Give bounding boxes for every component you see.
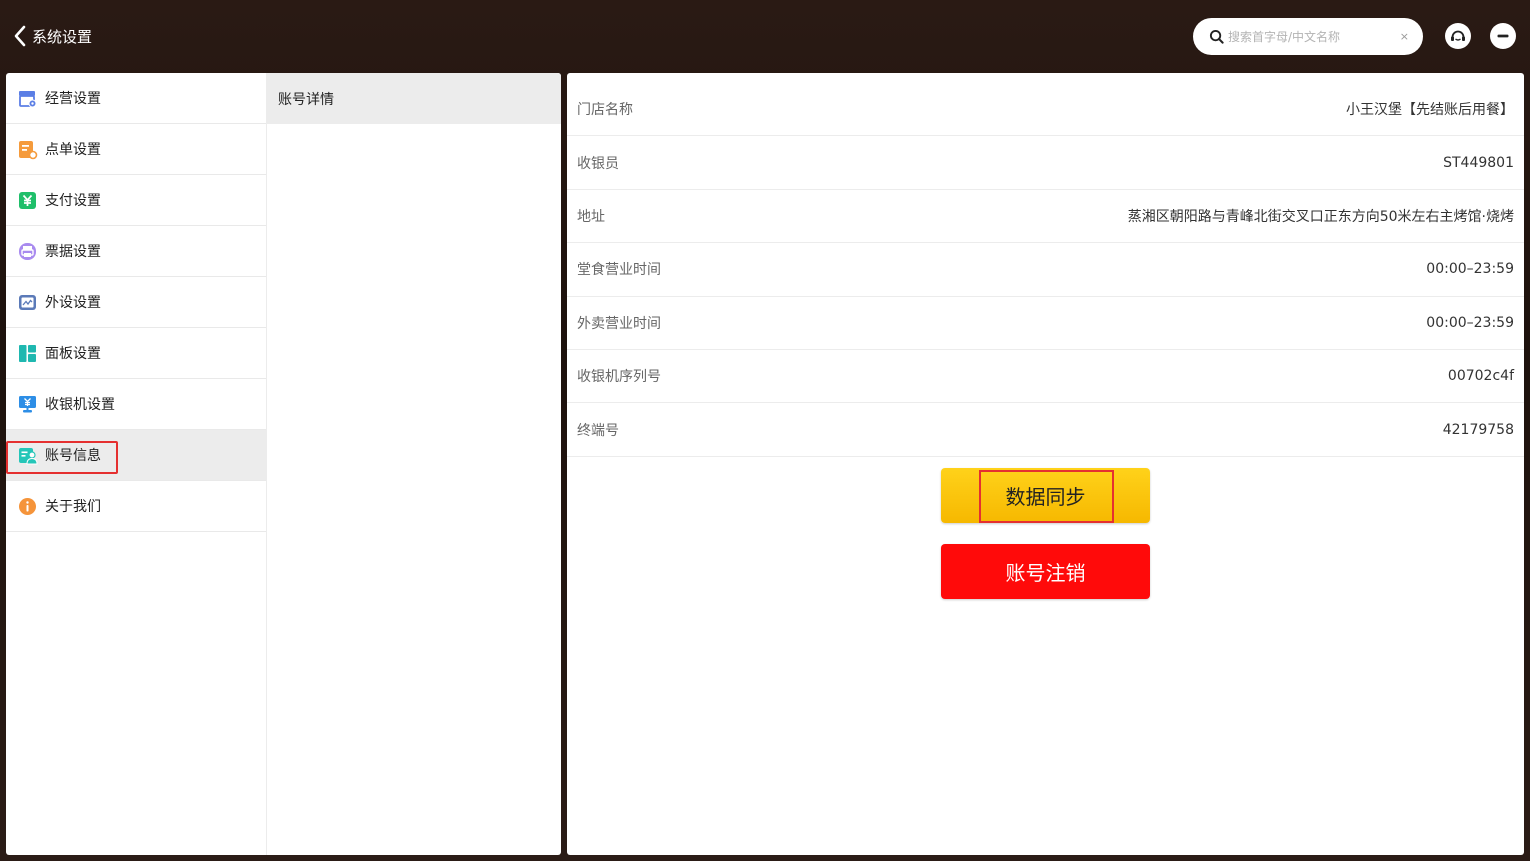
menu-item-panel-settings[interactable]: 面板设置 bbox=[6, 328, 266, 379]
account-info-list: 门店名称 小王汉堡【先结账后用餐】 收银员 ST449801 地址 蒸湘区朝阳路… bbox=[567, 83, 1524, 457]
store-settings-icon bbox=[17, 88, 38, 109]
minimize-button[interactable] bbox=[1490, 23, 1516, 49]
back-button[interactable]: 系统设置 bbox=[12, 22, 92, 50]
chevron-left-icon bbox=[14, 25, 26, 47]
menu-item-label: 经营设置 bbox=[45, 91, 101, 107]
info-row-store-name: 门店名称 小王汉堡【先结账后用餐】 bbox=[567, 83, 1524, 137]
account-info-icon bbox=[17, 445, 38, 466]
settings-submenu: 账号详情 bbox=[267, 73, 561, 855]
info-label: 堂食营业时间 bbox=[577, 262, 661, 279]
minus-icon bbox=[1494, 27, 1512, 45]
info-value: ST449801 bbox=[1443, 154, 1514, 171]
search-icon bbox=[1209, 29, 1224, 44]
menu-item-cashier-settings[interactable]: 收银机设置 bbox=[6, 379, 266, 430]
account-logout-button[interactable]: 账号注销 bbox=[941, 544, 1150, 599]
search-input[interactable] bbox=[1228, 29, 1388, 44]
info-row-dine-in-hours: 堂食营业时间 00:00–23:59 bbox=[567, 243, 1524, 297]
payment-yen-icon bbox=[17, 190, 38, 211]
info-value: 00:00–23:59 bbox=[1426, 261, 1514, 278]
info-label: 门店名称 bbox=[577, 102, 633, 119]
info-label: 外卖营业时间 bbox=[577, 315, 661, 332]
menu-item-label: 点单设置 bbox=[45, 142, 101, 158]
info-label: 收银机序列号 bbox=[577, 369, 661, 386]
menu-item-receipt-settings[interactable]: 票据设置 bbox=[6, 226, 266, 277]
clear-search-icon[interactable]: × bbox=[1400, 30, 1409, 43]
page-title: 系统设置 bbox=[32, 27, 93, 46]
menu-item-account-info[interactable]: 账号信息 bbox=[6, 430, 266, 481]
about-info-icon bbox=[17, 496, 38, 517]
info-label: 终端号 bbox=[577, 422, 619, 439]
info-value: 蒸湘区朝阳路与青峰北街交叉口正东方向50米左右主烤馆·烧烤 bbox=[1127, 208, 1514, 225]
account-details-panel: 门店名称 小王汉堡【先结账后用餐】 收银员 ST449801 地址 蒸湘区朝阳路… bbox=[567, 73, 1524, 855]
menu-item-label: 收银机设置 bbox=[45, 397, 115, 413]
menu-item-label: 关于我们 bbox=[45, 499, 101, 515]
menu-item-business-settings[interactable]: 经营设置 bbox=[6, 73, 266, 124]
menu-item-label: 外设设置 bbox=[45, 295, 101, 311]
search-box[interactable]: × bbox=[1193, 18, 1423, 55]
printer-receipt-icon bbox=[17, 241, 38, 262]
info-value: 00702c4f bbox=[1447, 368, 1514, 385]
panel-layout-icon bbox=[17, 343, 38, 364]
menu-item-peripheral-settings[interactable]: 外设设置 bbox=[6, 277, 266, 328]
order-settings-icon bbox=[17, 139, 38, 160]
settings-navigation-panel: 经营设置 点单设置 支付设置 票据设置 外设设置 面板设置 收银机设置 账号信息… bbox=[6, 73, 561, 855]
top-bar: 系统设置 × bbox=[0, 0, 1530, 72]
info-label: 收银员 bbox=[577, 155, 619, 172]
data-sync-button[interactable]: 数据同步 bbox=[941, 468, 1150, 523]
info-value: 42179758 bbox=[1442, 421, 1514, 438]
menu-item-payment-settings[interactable]: 支付设置 bbox=[6, 175, 266, 226]
info-row-address: 地址 蒸湘区朝阳路与青峰北街交叉口正东方向50米左右主烤馆·烧烤 bbox=[567, 190, 1524, 244]
settings-menu: 经营设置 点单设置 支付设置 票据设置 外设设置 面板设置 收银机设置 账号信息… bbox=[6, 73, 267, 855]
menu-item-label: 面板设置 bbox=[45, 346, 101, 362]
menu-item-about-us[interactable]: 关于我们 bbox=[6, 481, 266, 532]
info-row-terminal-number: 终端号 42179758 bbox=[567, 403, 1524, 457]
customer-service-button[interactable] bbox=[1445, 23, 1471, 49]
headset-icon bbox=[1451, 30, 1465, 41]
info-row-takeout-hours: 外卖营业时间 00:00–23:59 bbox=[567, 297, 1524, 350]
peripheral-monitor-icon bbox=[17, 292, 38, 313]
menu-item-label: 账号信息 bbox=[45, 448, 101, 464]
menu-item-label: 票据设置 bbox=[45, 244, 101, 260]
menu-item-order-settings[interactable]: 点单设置 bbox=[6, 124, 266, 175]
info-label: 地址 bbox=[577, 208, 605, 225]
info-value: 00:00–23:59 bbox=[1426, 314, 1514, 331]
info-value: 小王汉堡【先结账后用餐】 bbox=[1346, 102, 1514, 119]
menu-item-label: 支付设置 bbox=[45, 193, 101, 209]
info-row-serial-number: 收银机序列号 00702c4f bbox=[567, 350, 1524, 404]
submenu-item-account-details[interactable]: 账号详情 bbox=[267, 73, 561, 124]
info-row-cashier: 收银员 ST449801 bbox=[567, 136, 1524, 190]
cashier-monitor-icon bbox=[17, 394, 38, 415]
